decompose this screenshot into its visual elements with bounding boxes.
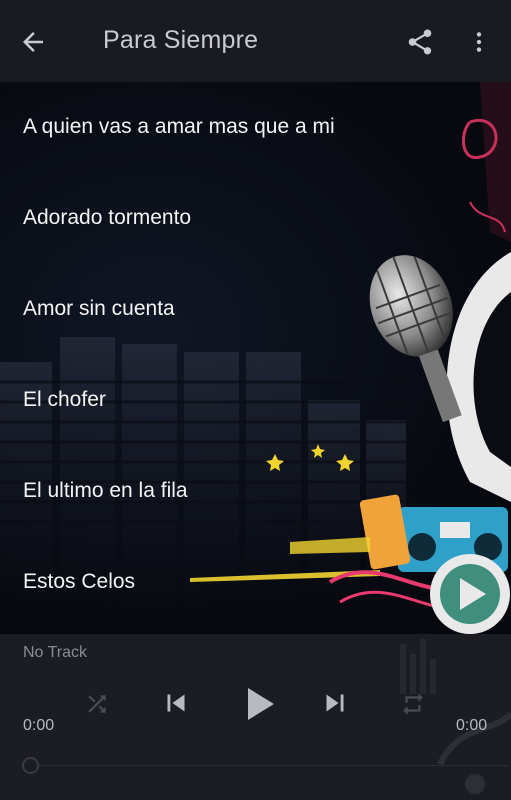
play-icon[interactable] — [234, 680, 282, 728]
track-label: No Track — [23, 644, 88, 661]
list-item[interactable]: Amor sin cuenta — [0, 263, 511, 354]
skip-previous-icon[interactable] — [159, 686, 193, 720]
player-background-art — [400, 639, 511, 794]
more-vert-icon[interactable] — [466, 27, 492, 57]
list-item[interactable]: Estos Celos — [0, 536, 511, 627]
list-item[interactable]: El chofer — [0, 354, 511, 445]
shuffle-icon[interactable] — [84, 691, 110, 717]
repeat-icon[interactable] — [400, 691, 426, 717]
app-bar: Para Siempre — [0, 0, 511, 82]
song-title: Amor sin cuenta — [23, 296, 175, 320]
song-title: El chofer — [23, 387, 106, 411]
song-title: Estos Celos — [23, 569, 136, 593]
total-time: 0:00 — [456, 717, 488, 734]
song-title: A quien vas a amar mas que a mi — [23, 115, 335, 138]
arrow-back-icon[interactable] — [18, 27, 48, 57]
song-list: A quien vas a amar mas que a mi Adorado … — [0, 82, 511, 627]
song-title: El ultimo en la fila — [23, 478, 188, 502]
share-icon[interactable] — [405, 27, 435, 57]
seek-thumb[interactable] — [22, 757, 39, 774]
seek-bar[interactable] — [38, 765, 508, 766]
page-title: Para Siempre — [103, 26, 259, 54]
player-bar: No Track 0:00 0:00 — [0, 634, 511, 800]
list-item[interactable]: El ultimo en la fila — [0, 445, 511, 536]
elapsed-time: 0:00 — [23, 717, 55, 734]
song-title: Adorado tormento — [23, 205, 192, 229]
skip-next-icon[interactable] — [318, 686, 352, 720]
list-item[interactable]: Adorado tormento — [0, 172, 511, 263]
list-item[interactable]: A quien vas a amar mas que a mi — [0, 82, 511, 172]
